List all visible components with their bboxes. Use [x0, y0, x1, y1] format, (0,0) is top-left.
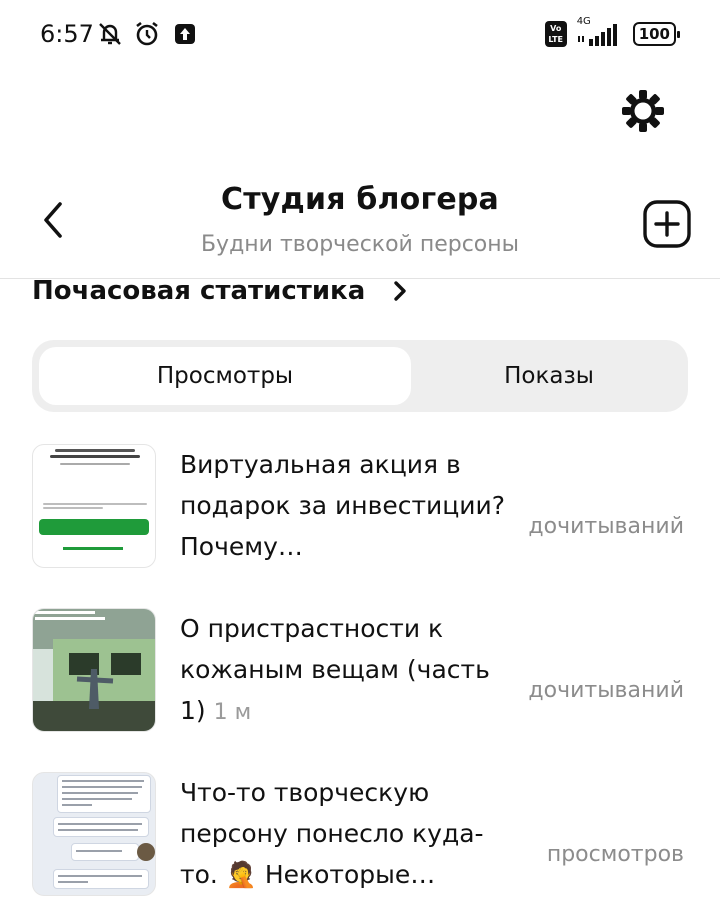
list-item[interactable]: Что-то творческую персону понесло куда-т…	[32, 772, 692, 902]
volte-icon: Vo LTE	[544, 21, 567, 47]
post-thumbnail	[32, 772, 156, 896]
settings-gear-icon[interactable]	[620, 88, 666, 134]
status-time: 6:57	[40, 20, 94, 48]
post-stat-label: дочитываний	[528, 514, 684, 539]
bell-muted-icon	[96, 20, 124, 48]
list-item[interactable]: О пристрастности к кожаным вещам (часть …	[32, 608, 692, 738]
page-subtitle: Будни творческой персоны	[200, 232, 520, 257]
upload-icon	[174, 20, 196, 48]
signal-icon: 4G	[575, 16, 625, 48]
post-stat-label: просмотров	[546, 842, 684, 867]
status-bar: 6:57 Vo LTE 4G 100	[0, 0, 720, 70]
battery-icon: 100	[632, 22, 681, 46]
section-title: Почасовая статистика	[32, 276, 366, 306]
alarm-icon	[132, 20, 162, 48]
metric-segmented-control: Просмотры Показы	[32, 340, 688, 412]
tab-views[interactable]: Просмотры	[39, 347, 411, 405]
post-title: О пристрастности к кожаным вещам (часть …	[180, 608, 510, 733]
page-title: Студия блогера	[221, 182, 499, 217]
list-item[interactable]: Виртуальная акция в подарок за инвестици…	[32, 444, 692, 574]
post-title: Что-то творческую персону понесло куда-т…	[180, 772, 510, 895]
chevron-right-icon	[391, 277, 409, 305]
post-stat-label: дочитываний	[528, 678, 684, 703]
hourly-stats-link[interactable]: Почасовая статистика	[32, 276, 409, 306]
post-title-text: Что-то творческую персону понесло куда-т…	[180, 778, 484, 889]
post-thumbnail	[32, 444, 156, 568]
read-time: 1 м	[213, 700, 252, 725]
tab-impressions[interactable]: Показы	[417, 347, 681, 405]
post-thumbnail	[32, 608, 156, 732]
add-post-button[interactable]	[642, 199, 692, 249]
post-title-text: Виртуальная акция в подарок за инвестици…	[180, 450, 506, 561]
post-title: Виртуальная акция в подарок за инвестици…	[180, 444, 510, 567]
